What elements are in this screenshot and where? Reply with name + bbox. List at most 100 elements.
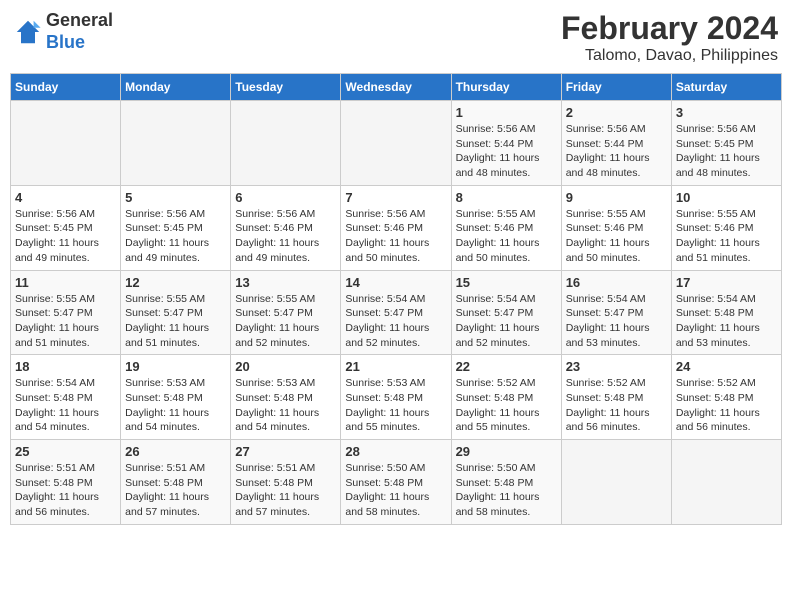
day-number: 23 [566,359,667,374]
day-number: 8 [456,190,557,205]
day-info: Sunrise: 5:50 AM Sunset: 5:48 PM Dayligh… [345,461,446,520]
day-cell: 24Sunrise: 5:52 AM Sunset: 5:48 PM Dayli… [671,355,781,440]
header-wednesday: Wednesday [341,74,451,101]
day-cell: 15Sunrise: 5:54 AM Sunset: 5:47 PM Dayli… [451,270,561,355]
day-cell: 23 Sunrise: 5:52 AM Sunset: 5:48 PM Dayli… [561,355,671,440]
header-saturday: Saturday [671,74,781,101]
day-number: 15 [456,275,557,290]
calendar-title: February 2024 [561,10,778,47]
day-number: 7 [345,190,446,205]
day-info: Sunrise: 5:56 AM Sunset: 5:46 PM Dayligh… [235,207,336,266]
day-info: Sunrise: 5:51 AM Sunset: 5:48 PM Dayligh… [125,461,226,520]
day-cell: 6 Sunrise: 5:56 AM Sunset: 5:46 PM Daylig… [231,185,341,270]
day-cell: 11Sunrise: 5:55 AM Sunset: 5:47 PM Dayli… [11,270,121,355]
day-number: 18 [15,359,116,374]
day-cell: 13 Sunrise: 5:55 AM Sunset: 5:47 PM Dayli… [231,270,341,355]
week-row-3: 11 Sunrise: 5:55 AM Sunset: 5:47 PM Dayli… [11,270,782,355]
day-info: Sunrise: 5:55 AM Sunset: 5:47 PM Dayligh… [235,292,336,351]
day-number: 11 [15,275,116,290]
day-cell: 10 Sunrise: 5:55 AM Sunset: 5:46 PM Dayli… [671,185,781,270]
day-cell: 17Sunrise: 5:54 AM Sunset: 5:48 PM Dayli… [671,270,781,355]
day-number: 6 [235,190,336,205]
day-cell [671,440,781,525]
day-info: Sunrise: 5:50 AM Sunset: 5:48 PM Dayligh… [456,461,557,520]
day-info: Sunrise: 5:56 AM Sunset: 5:44 PM Dayligh… [566,122,667,181]
week-row-5: 25Sunrise: 5:51 AM Sunset: 5:48 PM Dayli… [11,440,782,525]
header-monday: Monday [121,74,231,101]
day-cell: 12 Sunrise: 5:55 AM Sunset: 5:47 PM Dayli… [121,270,231,355]
day-number: 14 [345,275,446,290]
header-tuesday: Tuesday [231,74,341,101]
day-number: 5 [125,190,226,205]
week-row-4: 18 Sunrise: 5:54 AM Sunset: 5:48 PM Dayli… [11,355,782,440]
week-row-2: 4 Sunrise: 5:56 AM Sunset: 5:45 PM Daylig… [11,185,782,270]
logo-line1: General [46,10,113,32]
day-number: 10 [676,190,777,205]
day-info: Sunrise: 5:53 AM Sunset: 5:48 PM Dayligh… [125,376,226,435]
header-row: SundayMondayTuesdayWednesdayThursdayFrid… [11,74,782,101]
day-cell [231,101,341,186]
day-info: Sunrise: 5:56 AM Sunset: 5:45 PM Dayligh… [676,122,777,181]
calendar-table: SundayMondayTuesdayWednesdayThursdayFrid… [10,73,782,525]
day-info: Sunrise: 5:56 AM Sunset: 5:45 PM Dayligh… [15,207,116,266]
day-info: Sunrise: 5:53 AM Sunset: 5:48 PM Dayligh… [235,376,336,435]
day-cell: 2 Sunrise: 5:56 AM Sunset: 5:44 PM Daylig… [561,101,671,186]
day-cell: 21 Sunrise: 5:53 AM Sunset: 5:48 PM Dayli… [341,355,451,440]
day-number: 28 [345,444,446,459]
day-info: Sunrise: 5:51 AM Sunset: 5:48 PM Dayligh… [235,461,336,520]
day-number: 26 [125,444,226,459]
day-info: Sunrise: 5:54 AM Sunset: 5:48 PM Dayligh… [676,292,777,351]
day-number: 21 [345,359,446,374]
day-cell: 28 Sunrise: 5:50 AM Sunset: 5:48 PM Dayli… [341,440,451,525]
page-header: General Blue February 2024 Talomo, Davao… [10,10,782,65]
logo-icon [14,18,42,46]
day-number: 24 [676,359,777,374]
day-info: Sunrise: 5:55 AM Sunset: 5:46 PM Dayligh… [676,207,777,266]
day-info: Sunrise: 5:56 AM Sunset: 5:44 PM Dayligh… [456,122,557,181]
day-number: 19 [125,359,226,374]
day-info: Sunrise: 5:55 AM Sunset: 5:47 PM Dayligh… [125,292,226,351]
day-info: Sunrise: 5:52 AM Sunset: 5:48 PM Dayligh… [456,376,557,435]
day-cell: 22 Sunrise: 5:52 AM Sunset: 5:48 PM Dayli… [451,355,561,440]
day-cell [341,101,451,186]
day-number: 13 [235,275,336,290]
day-cell: 1 Sunrise: 5:56 AM Sunset: 5:44 PM Daylig… [451,101,561,186]
day-cell: 27 Sunrise: 5:51 AM Sunset: 5:48 PM Dayli… [231,440,341,525]
day-number: 27 [235,444,336,459]
day-number: 20 [235,359,336,374]
day-number: 22 [456,359,557,374]
title-block: February 2024 Talomo, Davao, Philippines [561,10,778,65]
day-cell [11,101,121,186]
day-cell: 5 Sunrise: 5:56 AM Sunset: 5:45 PM Daylig… [121,185,231,270]
day-number: 9 [566,190,667,205]
day-info: Sunrise: 5:51 AM Sunset: 5:48 PM Dayligh… [15,461,116,520]
header-sunday: Sunday [11,74,121,101]
day-cell: 25Sunrise: 5:51 AM Sunset: 5:48 PM Dayli… [11,440,121,525]
day-info: Sunrise: 5:54 AM Sunset: 5:48 PM Dayligh… [15,376,116,435]
day-number: 4 [15,190,116,205]
day-cell: 8Sunrise: 5:55 AM Sunset: 5:46 PM Daylig… [451,185,561,270]
day-cell [561,440,671,525]
day-number: 2 [566,105,667,120]
logo-text: General Blue [46,10,113,53]
day-cell: 7 Sunrise: 5:56 AM Sunset: 5:46 PM Daylig… [341,185,451,270]
day-cell: 4 Sunrise: 5:56 AM Sunset: 5:45 PM Daylig… [11,185,121,270]
day-cell: 14Sunrise: 5:54 AM Sunset: 5:47 PM Dayli… [341,270,451,355]
day-info: Sunrise: 5:56 AM Sunset: 5:45 PM Dayligh… [125,207,226,266]
day-cell: 19 Sunrise: 5:53 AM Sunset: 5:48 PM Dayli… [121,355,231,440]
day-info: Sunrise: 5:52 AM Sunset: 5:48 PM Dayligh… [566,376,667,435]
day-number: 12 [125,275,226,290]
day-info: Sunrise: 5:55 AM Sunset: 5:46 PM Dayligh… [566,207,667,266]
day-cell: 18 Sunrise: 5:54 AM Sunset: 5:48 PM Dayli… [11,355,121,440]
header-thursday: Thursday [451,74,561,101]
day-number: 29 [456,444,557,459]
day-info: Sunrise: 5:54 AM Sunset: 5:47 PM Dayligh… [566,292,667,351]
header-friday: Friday [561,74,671,101]
day-number: 1 [456,105,557,120]
day-cell: 9 Sunrise: 5:55 AM Sunset: 5:46 PM Daylig… [561,185,671,270]
day-cell: 16Sunrise: 5:54 AM Sunset: 5:47 PM Dayli… [561,270,671,355]
day-info: Sunrise: 5:53 AM Sunset: 5:48 PM Dayligh… [345,376,446,435]
day-info: Sunrise: 5:56 AM Sunset: 5:46 PM Dayligh… [345,207,446,266]
day-cell [121,101,231,186]
day-cell: 3Sunrise: 5:56 AM Sunset: 5:45 PM Daylig… [671,101,781,186]
